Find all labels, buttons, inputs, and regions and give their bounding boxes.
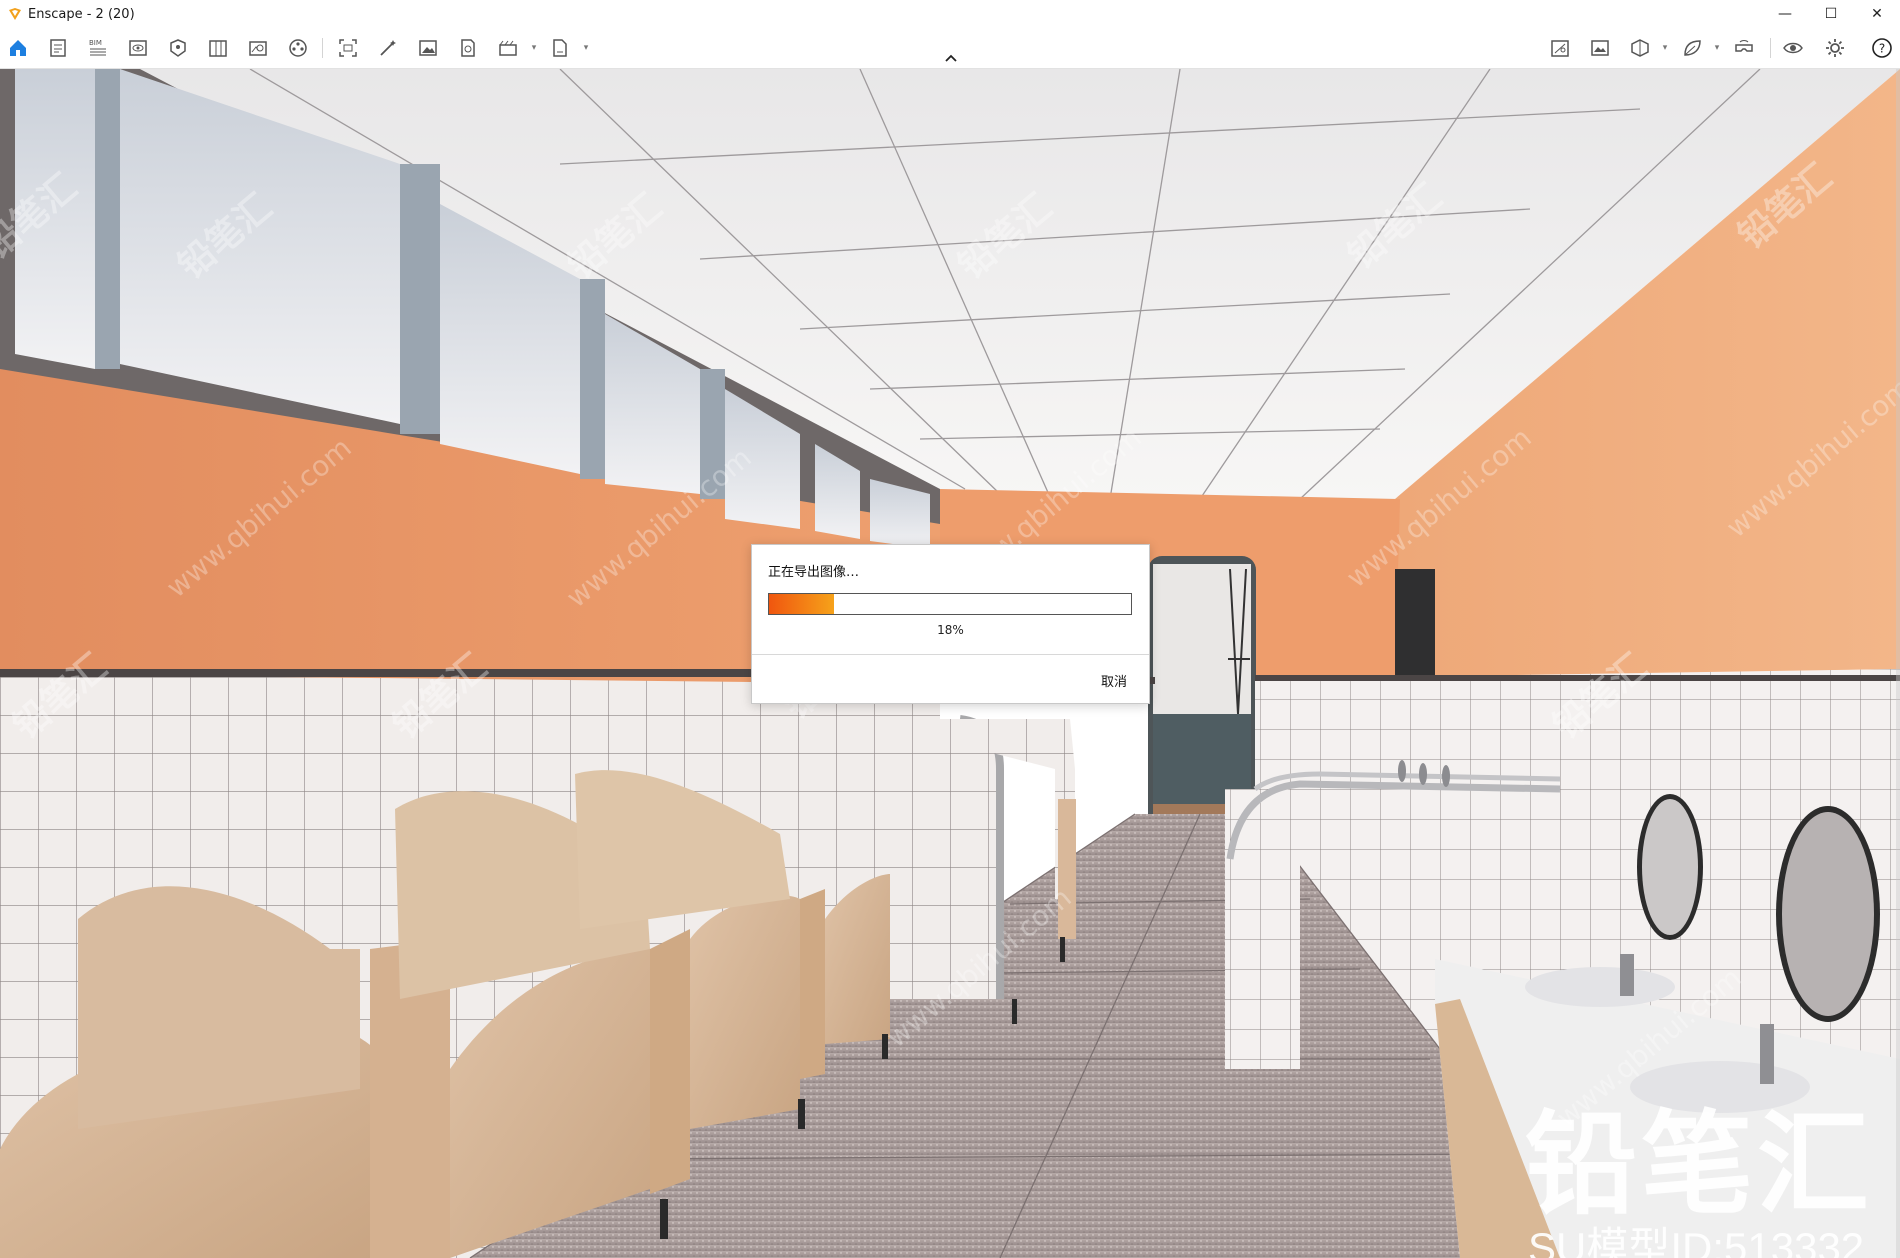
vr-headset-icon[interactable] [1732,36,1756,60]
style-dropdown-chevron-icon[interactable]: ▾ [1712,40,1722,56]
toolbar-separator [322,38,323,58]
minimize-button[interactable]: — [1762,0,1808,28]
enscape-logo-icon [8,7,22,21]
chevron-up-icon[interactable] [942,50,960,64]
progress-percent-label: 18% [937,623,964,637]
panorama-icon[interactable] [456,36,480,60]
settings-gear-icon[interactable] [1823,36,1847,60]
model-id-watermark: SU模型ID:513332 [1528,1224,1865,1258]
progress-fill [769,594,835,614]
pin-view-icon[interactable] [166,36,190,60]
bim-icon[interactable]: BIM [86,36,110,60]
viewport-scrollbar[interactable] [1896,69,1900,1258]
video-export-dropdown-chevron-icon[interactable]: ▾ [529,40,539,56]
maximize-button[interactable]: ☐ [1808,0,1854,28]
bim-label: BIM [89,39,102,47]
title-bar: Enscape - 2 (20) — ☐ ✕ [0,0,1900,28]
eye-preview-icon[interactable] [126,36,150,60]
film-reel-icon[interactable] [286,36,310,60]
library-icon[interactable] [206,36,230,60]
dialog-divider [752,654,1149,655]
export-progress-bar [768,593,1132,615]
video-export-icon[interactable] [496,36,520,60]
enscape-window: Enscape - 2 (20) — ☐ ✕ BIM ▾ ▾ ▾ ▾ ? 铅笔汇… [0,0,1900,1258]
svg-text:?: ? [1879,42,1885,56]
document-icon[interactable] [46,36,70,60]
screenshot-icon[interactable] [336,36,360,60]
export-dropdown-chevron-icon[interactable]: ▾ [581,40,591,56]
dialog-title: 正在导出图像… [768,565,860,580]
close-button[interactable]: ✕ [1854,0,1900,28]
image-icon[interactable] [416,36,440,60]
toolbar-separator-right [1770,38,1771,58]
cube-view-dropdown-chevron-icon[interactable]: ▾ [1660,40,1670,56]
help-icon[interactable]: ? [1870,36,1894,60]
brand-watermark: 铅笔汇 [1525,1100,1873,1230]
export-progress-dialog: 正在导出图像… 18% 取消 [751,544,1150,704]
asset-icon[interactable] [246,36,270,60]
cancel-button[interactable]: 取消 [1073,667,1133,693]
visibility-eye-icon[interactable] [1781,36,1805,60]
home-icon[interactable] [6,36,30,60]
window-controls: — ☐ ✕ [1762,0,1900,28]
gallery-icon[interactable] [1588,36,1612,60]
cube-view-icon[interactable] [1628,36,1652,60]
map-icon[interactable] [1548,36,1572,60]
magic-wand-icon[interactable] [376,36,400,60]
leaf-style-icon[interactable] [1680,36,1704,60]
window-title: Enscape - 2 (20) [28,6,135,22]
export-file-icon[interactable] [548,36,572,60]
